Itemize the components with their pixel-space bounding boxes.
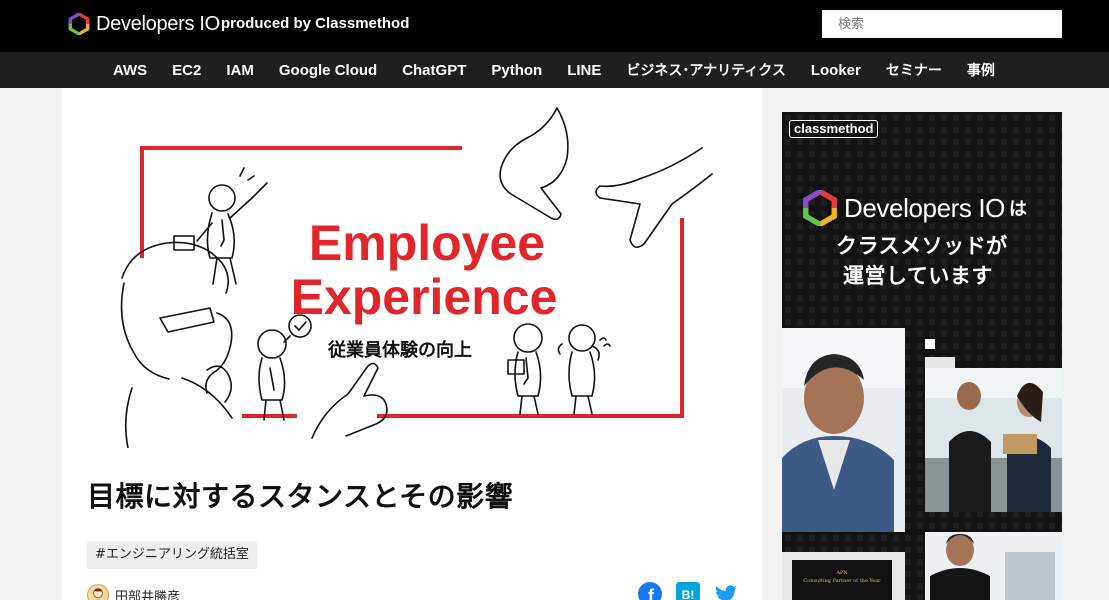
ad-logo-suffix: は	[1008, 199, 1027, 220]
author-name: 田部井勝彦	[115, 589, 181, 600]
author-avatar	[87, 584, 109, 600]
ad-plaque-line1: APN	[835, 570, 848, 576]
ad-photo-ceo	[782, 328, 905, 532]
article-tag[interactable]: #エンジニアリング統括室	[87, 541, 257, 569]
ad-brand-badge: classmethod	[789, 120, 879, 138]
site-logo[interactable]: Developers IO	[68, 11, 220, 37]
nav-item-ec2[interactable]: EC2	[172, 62, 201, 79]
nav-item-chatgpt[interactable]: ChatGPT	[402, 62, 466, 79]
nav-item-seminar[interactable]: セミナー	[886, 60, 942, 80]
top-header: Developers IO produced by Classmethod	[0, 0, 1109, 52]
nav-item-google-cloud[interactable]: Google Cloud	[279, 62, 377, 79]
nav-list: AWS EC2 IAM Google Cloud ChatGPT Python …	[113, 52, 1020, 88]
nav-item-looker[interactable]: Looker	[811, 62, 861, 79]
article-title: 目標に対するスタンスとその影響	[87, 480, 514, 513]
ad-logo-text: Developers IO	[844, 192, 1005, 223]
developersio-logo-icon	[68, 13, 90, 35]
hero-image[interactable]: Employee Experience 従業員体験の向上	[62, 88, 762, 448]
nav-item-aws[interactable]: AWS	[113, 62, 147, 79]
search-input[interactable]	[822, 10, 1062, 38]
nav-item-business-analytics[interactable]: ビジネス･アナリティクス	[626, 60, 785, 80]
hatena-glyph: B!	[682, 588, 695, 600]
ad-copy-line1: クラスメソッドが	[836, 234, 1008, 258]
ad-photo-office	[925, 368, 1062, 512]
hero-figures-right	[507, 323, 611, 415]
nav-item-case-studies[interactable]: 事例	[967, 60, 995, 80]
ad-copy-line2: 運営しています	[843, 264, 993, 288]
hero-frame-gap-top	[462, 108, 752, 218]
nav-item-iam[interactable]: IAM	[226, 62, 254, 79]
ad-logo: Developers IO は	[802, 190, 1027, 226]
facebook-glyph: f	[648, 586, 655, 600]
ad-plaque-line2: Consulting Partner of the Year	[803, 578, 881, 584]
category-nav: AWS EC2 IAM Google Cloud ChatGPT Python …	[0, 52, 1109, 88]
hero-line2: Experience	[291, 269, 558, 325]
nav-item-line[interactable]: LINE	[567, 62, 601, 79]
nav-item-python[interactable]: Python	[491, 62, 542, 79]
hero-line1: Employee	[309, 215, 545, 271]
article-card: Employee Experience 従業員体験の向上	[62, 88, 762, 600]
ad-photo-award: APN Consulting Partner of the Year	[782, 552, 905, 600]
facebook-share-icon[interactable]: f	[638, 582, 662, 600]
sidebar-ad[interactable]: classmethod Developers IO は クラスメソッドが 運営し…	[782, 112, 1062, 600]
hatena-bookmark-icon[interactable]: B!	[676, 582, 700, 600]
article-author[interactable]: 田部井勝彦	[87, 584, 180, 600]
logo-text: Developers IO	[96, 12, 220, 35]
ad-photo-engineer	[925, 532, 1062, 600]
hero-subtitle: 従業員体験の向上	[327, 339, 472, 361]
site-tagline: produced by Classmethod	[221, 15, 410, 32]
twitter-share-icon[interactable]	[714, 582, 738, 600]
ad-developersio-logo-icon	[803, 190, 837, 226]
